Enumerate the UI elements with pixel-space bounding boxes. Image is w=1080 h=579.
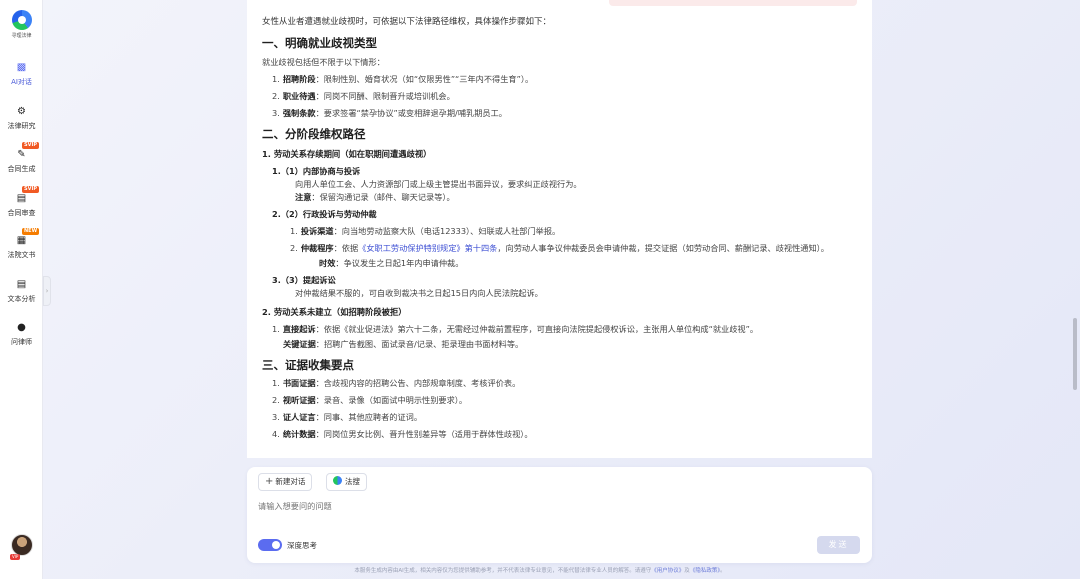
section-lead: 就业歧视包括但不限于以下情形： <box>262 57 385 67</box>
step-note: 注意：保留沟通记录（邮件、聊天记录等）。 <box>295 192 455 202</box>
list-item: 1. 招聘阶段：限制性别、婚育状况（如“仅限男性”“三年内不得生育”）。 <box>272 74 534 84</box>
logo-icon <box>11 10 32 30</box>
sidebar-item-label: 合同生成 <box>7 165 36 173</box>
list-item: 3. 证人证言：同事、其他应聘者的证词。 <box>272 412 423 422</box>
research-icon: ⚙ <box>17 106 26 117</box>
plus-icon: + <box>265 476 274 487</box>
list-item: 2. 职业待遇：同岗不同酬、限制晋升或培训机会。 <box>272 91 455 101</box>
step-body: 向用人单位工会、人力资源部门或上级主管提出书面异议，要求纠正歧视行为。 <box>295 179 582 189</box>
deep-think-toggle[interactable] <box>258 539 282 551</box>
contract-generate-icon: ✎ <box>17 149 26 160</box>
recruitment-list: 1. 直接起诉：依据《就业促进法》第六十二条，无需经过仲裁前置程序，可直接向法院提… <box>262 323 857 351</box>
svip-badge: SVIP <box>22 186 39 193</box>
list-item: 2. 仲裁程序：依据《女职工劳动保护特别规定》第十四条，向劳动人事争议仲裁委员会申… <box>290 243 829 253</box>
disclaimer: 本服务生成内容由AI生成，相关内容仅为您提供辅助参考，并不代表法律专业意见，不能… <box>354 568 726 574</box>
sidebar-item-label: 法院文书 <box>7 251 36 259</box>
sidebar-item-ask-lawyer[interactable]: ● 问律师 <box>0 322 43 347</box>
send-button[interactable]: 发送 <box>817 536 860 554</box>
sidebar-item-contract-generate[interactable]: SVIP ✎ 合同生成 <box>0 142 43 174</box>
list-item: 4. 统计数据：同岗位男女比例、晋升性别差异等（适用于群体性歧视）。 <box>272 429 533 439</box>
avatar[interactable] <box>11 534 33 556</box>
subsection-title: 1. 劳动关系存续期间（如在职期间遭遇歧视） <box>262 149 432 159</box>
sidebar-item-text-analysis[interactable]: ▤ 文本分析 <box>0 279 43 304</box>
legal-search-label: 法搜 <box>345 477 360 486</box>
step-title: 1.（1）内部协商与投诉 <box>272 166 361 176</box>
sidebar-item-label: 合同审查 <box>7 209 36 217</box>
search-logo-icon <box>333 476 342 485</box>
sidebar-item-label: 文本分析 <box>7 295 36 303</box>
chat-icon: ▩ <box>16 62 27 73</box>
message-top-strip <box>609 0 857 6</box>
page-scrollbar[interactable] <box>1073 318 1077 390</box>
legal-search-button[interactable]: 法搜 <box>326 473 367 491</box>
text-analysis-icon: ▤ <box>16 279 27 290</box>
svip-badge: SVIP <box>22 142 39 149</box>
new-chat-button[interactable]: + 新建对话 <box>258 473 313 491</box>
lawyer-icon: ● <box>17 322 26 333</box>
list-item: 2. 视听证据：录音、录像（如面试中明示性别要求）。 <box>272 395 468 405</box>
new-chat-label: 新建对话 <box>275 477 306 486</box>
sidebar-item-label: AI对话 <box>11 78 32 86</box>
step-body: 对仲裁结果不服的，可自收到裁决书之日起15日内向人民法院起诉。 <box>295 288 543 298</box>
complaint-list: 1. 投诉渠道：向当地劳动监察大队（电话12333）、妇联或人社部门举报。 2. 仲… <box>262 225 857 270</box>
section-title: 三、证据收集要点 <box>262 358 354 372</box>
list-item: 1. 投诉渠道：向当地劳动监察大队（电话12333）、妇联或人社部门举报。 <box>290 226 561 236</box>
law-reference-link[interactable]: 《女职工劳动保护特别规定》第十四条 <box>358 243 497 253</box>
question-input[interactable] <box>258 501 848 511</box>
user-agreement-link[interactable]: 《用户协议》 <box>651 568 684 574</box>
sidebar-item-legal-research[interactable]: ⚙ 法律研究 <box>0 106 43 131</box>
logo-text: 寻理法律 <box>11 33 32 39</box>
sidebar-item-label: 问律师 <box>11 338 32 346</box>
sidebar: 寻理法律 ▩ AI对话 ⚙ 法律研究 SVIP ✎ 合同生成 SVIP ▤ 合同… <box>0 0 43 579</box>
new-badge: NEW <box>22 228 40 235</box>
sidebar-item-court-document[interactable]: NEW ▦ 法院文书 <box>0 228 43 260</box>
court-document-icon: ▦ <box>16 235 27 246</box>
sidebar-item-ai-chat[interactable]: ▩ AI对话 <box>0 62 43 87</box>
contract-review-icon: ▤ <box>16 193 27 204</box>
list-item: 1. 书面证据：含歧视内容的招聘公告、内部规章制度、考核评价表。 <box>272 378 521 388</box>
privacy-policy-link[interactable]: 《隐私政策》 <box>690 568 720 574</box>
list-item-note: 关键证据：招聘广告截图、面试录音/记录、拒录理由书面材料等。 <box>283 339 524 349</box>
vip-tag: VIP <box>10 554 21 560</box>
list-item: 1. 直接起诉：依据《就业促进法》第六十二条，无需经过仲裁前置程序，可直接向法院提… <box>272 324 759 334</box>
list-item: 3. 强制条款：要求签署“禁孕协议”或变相辞退孕期/哺乳期员工。 <box>272 108 507 118</box>
subsection-title: 2. 劳动关系未建立（如招聘阶段被拒） <box>262 307 407 317</box>
deep-think-label: 深度思考 <box>287 541 317 550</box>
answer-panel: 女性从业者遭遇就业歧视时，可依据以下法律路径维权，具体操作步骤如下： 一、明确就… <box>247 0 872 458</box>
list-item-note: 时效：争议发生之日起1年内申请仲裁。 <box>319 258 464 268</box>
chat-composer: +新建对话 法搜 深度思考 发送 <box>247 467 872 563</box>
sidebar-item-contract-review[interactable]: SVIP ▤ 合同审查 <box>0 186 43 218</box>
answer-intro: 女性从业者遭遇就业歧视时，可依据以下法律路径维权，具体操作步骤如下： <box>262 17 552 27</box>
step-title: 2.（2）行政投诉与劳动仲裁 <box>272 209 377 219</box>
section-title: 二、分阶段维权路径 <box>262 127 366 141</box>
sidebar-collapse-handle[interactable]: › <box>43 276 51 306</box>
evidence-list: 1. 书面证据：含歧视内容的招聘公告、内部规章制度、考核评价表。 2. 视听证据：录… <box>262 377 857 441</box>
section-title: 一、明确就业歧视类型 <box>262 36 377 50</box>
step-title: 3.（3）提起诉讼 <box>272 275 336 285</box>
logo[interactable]: 寻理法律 <box>0 10 43 39</box>
discrimination-type-list: 1. 招聘阶段：限制性别、婚育状况（如“仅限男性”“三年内不得生育”）。 2. 职业… <box>262 73 857 120</box>
sidebar-item-label: 法律研究 <box>7 122 36 130</box>
